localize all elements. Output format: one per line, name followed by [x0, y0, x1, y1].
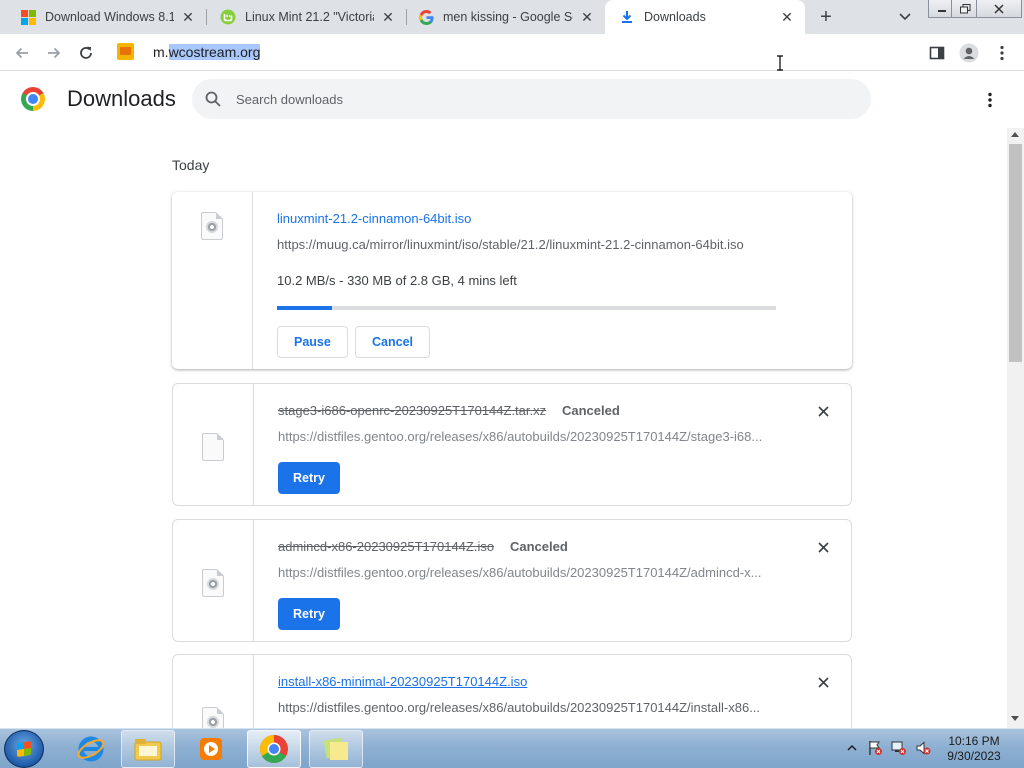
file-url[interactable]: https://distfiles.gentoo.org/releases/x8… [278, 565, 778, 580]
linux-mint-icon [220, 9, 236, 25]
chrome-taskbar-icon[interactable] [247, 730, 301, 768]
file-url[interactable]: https://muug.ca/mirror/linuxmint/iso/sta… [277, 237, 837, 252]
progress-status: 10.2 MB/s - 330 MB of 2.8 GB, 4 mins lef… [277, 273, 517, 288]
tab-linux-mint[interactable]: Linux Mint 21.2 "Victoria" ✕ [206, 0, 406, 34]
tab-strip: Download Windows 8.1 D ✕ Linux Mint 21.2… [0, 0, 1024, 34]
search-input[interactable] [236, 79, 836, 119]
tab-title: Linux Mint 21.2 "Victoria" [245, 10, 374, 24]
download-item: admincd-x86-20230925T170144Z.iso Cancele… [172, 519, 852, 642]
file-name-link[interactable]: linuxmint-21.2-cinnamon-64bit.iso [277, 211, 471, 226]
url-prefix: m. [153, 44, 169, 60]
disc-image-file-icon [202, 707, 224, 728]
remove-item-close-icon[interactable] [815, 674, 831, 690]
progress-bar-fill [277, 306, 332, 310]
cancel-button[interactable]: Cancel [355, 326, 430, 358]
disc-image-file-icon [202, 569, 224, 597]
start-button[interactable] [4, 730, 44, 768]
file-name-link[interactable]: install-x86-minimal-20230925T170144Z.iso [278, 674, 527, 689]
profile-avatar-icon[interactable] [958, 42, 980, 64]
chrome-logo-icon [21, 87, 45, 111]
tab-title: Download Windows 8.1 D [45, 10, 174, 24]
tab-google-search[interactable]: men kissing - Google Sea ✕ [406, 0, 605, 34]
status-badge: Canceled [562, 403, 620, 418]
media-player-icon[interactable] [184, 730, 238, 768]
search-icon [204, 90, 222, 108]
file-url[interactable]: https://distfiles.gentoo.org/releases/x8… [278, 429, 778, 444]
tab-download-windows[interactable]: Download Windows 8.1 D ✕ [0, 0, 206, 34]
address-bar[interactable]: m.wcostream.org [153, 44, 261, 60]
downloads-header: Downloads [0, 72, 1024, 128]
clock-date: 9/30/2023 [947, 749, 1001, 763]
file-name: admincd-x86-20230925T170144Z.iso [278, 539, 495, 554]
search-box[interactable] [192, 79, 871, 119]
page-scrollbar[interactable] [1007, 128, 1024, 728]
date-heading: Today [172, 157, 210, 173]
restore-button[interactable] [951, 0, 979, 18]
forward-button[interactable] [43, 42, 65, 64]
tab-search-chevron-icon[interactable] [896, 7, 914, 25]
browser-toolbar: m.wcostream.org [0, 34, 1024, 71]
retry-button[interactable]: Retry [278, 462, 340, 494]
scroll-up-arrow-icon[interactable] [1011, 132, 1019, 137]
notes-app-icon[interactable] [309, 730, 363, 768]
internet-explorer-icon[interactable] [64, 730, 118, 768]
progress-bar [277, 306, 776, 310]
google-icon [418, 9, 434, 25]
close-icon[interactable]: ✕ [779, 9, 795, 25]
action-center-flag-icon[interactable] [866, 739, 884, 757]
downloads-list: Today linuxmint-21.2-cinnamon-64bit.iso … [0, 128, 1007, 728]
file-icon-column [173, 655, 254, 728]
close-icon[interactable]: ✕ [579, 9, 595, 25]
download-item: install-x86-minimal-20230925T170144Z.iso… [172, 654, 852, 728]
reload-button[interactable] [75, 42, 97, 64]
tab-title: Downloads [644, 10, 706, 24]
file-icon-column [173, 520, 254, 641]
file-url[interactable]: https://distfiles.gentoo.org/releases/x8… [278, 700, 778, 715]
side-panel-icon[interactable] [926, 42, 948, 64]
network-icon[interactable] [890, 739, 908, 757]
tab-title: men kissing - Google Sea [443, 10, 573, 24]
file-explorer-icon[interactable] [121, 730, 175, 768]
url-selected-text: wcostream.org [168, 44, 261, 60]
new-tab-button[interactable]: + [814, 6, 838, 28]
windows-logo-icon [20, 9, 36, 25]
window-close-button[interactable] [976, 0, 1022, 18]
close-icon[interactable]: ✕ [180, 9, 196, 25]
volume-muted-icon[interactable] [914, 739, 932, 757]
site-favicon-icon [117, 43, 134, 60]
scrollbar-thumb[interactable] [1009, 144, 1022, 362]
file-icon [202, 433, 224, 461]
more-actions-icon[interactable] [978, 89, 1002, 111]
tab-downloads[interactable]: Downloads ✕ [605, 0, 805, 34]
clock-time: 10:16 PM [948, 734, 1000, 748]
retry-button[interactable]: Retry [278, 598, 340, 630]
chrome-menu-icon[interactable] [991, 42, 1013, 64]
system-clock[interactable]: 10:16 PM 9/30/2023 [935, 734, 1013, 764]
page-title: Downloads [67, 86, 176, 111]
file-name: stage3-i686-openrc-20230925T170144Z.tar.… [278, 403, 547, 418]
status-badge: Canceled [510, 539, 568, 554]
windows-taskbar: 10:16 PM 9/30/2023 [0, 728, 1024, 768]
remove-item-close-icon[interactable] [815, 539, 831, 555]
show-hidden-icons-chevron-icon[interactable] [843, 739, 861, 757]
close-icon[interactable]: ✕ [380, 9, 396, 25]
download-item: linuxmint-21.2-cinnamon-64bit.iso https:… [172, 192, 852, 369]
download-item: stage3-i686-openrc-20230925T170144Z.tar.… [172, 383, 852, 506]
file-icon-column [172, 192, 253, 369]
remove-item-close-icon[interactable] [815, 403, 831, 419]
scroll-down-arrow-icon[interactable] [1011, 716, 1019, 721]
text-cursor-icon [776, 55, 783, 71]
download-icon [619, 9, 635, 25]
file-icon-column [173, 384, 254, 505]
disc-image-file-icon [201, 212, 223, 240]
back-button[interactable] [11, 42, 33, 64]
pause-button[interactable]: Pause [277, 326, 348, 358]
